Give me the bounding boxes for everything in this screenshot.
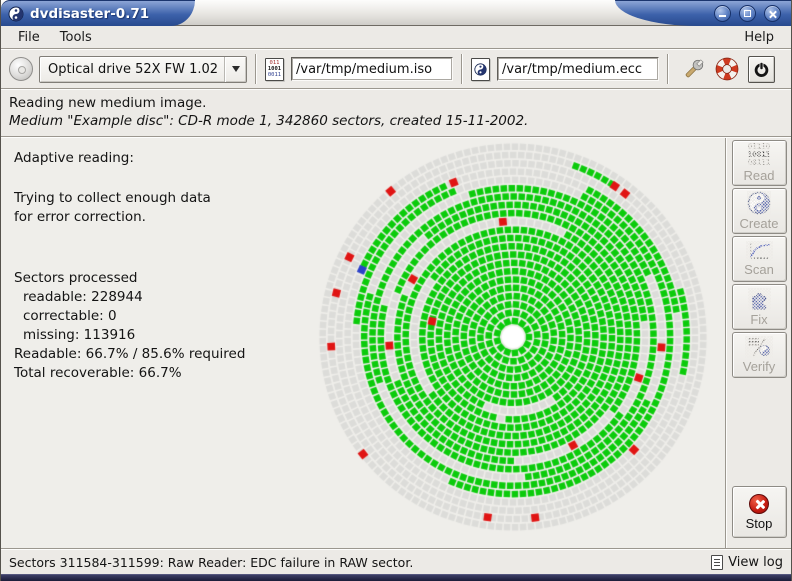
toolbar: Optical drive 52X FW 1.02 011 1001 0011: [1, 50, 791, 88]
window-title: dvdisaster-0.71: [30, 6, 149, 22]
fix-button[interactable]: Fix: [732, 284, 787, 330]
create-button[interactable]: Create: [732, 188, 787, 234]
reading-stats: Adaptive reading: Trying to collect enou…: [14, 149, 245, 383]
maximize-button[interactable]: [739, 5, 756, 22]
status-info-panel: Reading new medium image. Medium "Exampl…: [1, 90, 791, 136]
sectors-missing: missing: 113916: [14, 326, 245, 345]
strategy-desc-2: for error correction.: [14, 208, 245, 227]
yinyang-icon: [474, 63, 487, 76]
read-button[interactable]: 01110 10011 00111 Read: [732, 140, 787, 186]
stop-button-label: Stop: [746, 516, 773, 531]
sectors-correctable: correctable: 0: [14, 307, 245, 326]
toolbar-separator: [667, 54, 669, 84]
quit-button[interactable]: [748, 56, 775, 83]
stop-icon: [749, 494, 769, 514]
title-tab-swoosh: [171, 0, 195, 26]
minimize-icon: [719, 15, 726, 17]
window-bottom-border: [1, 574, 791, 581]
view-log-button[interactable]: View log: [711, 555, 783, 570]
stop-button[interactable]: Stop: [732, 486, 787, 538]
toolbar-separator: [461, 54, 463, 84]
log-icon: [711, 555, 723, 570]
create-yinyang-icon: [747, 191, 771, 215]
ecc-file-icon: [471, 58, 490, 81]
app-window: dvdisaster-0.71 File Tools Help Optical …: [0, 0, 792, 581]
strategy-desc-1: Trying to collect enough data: [14, 189, 245, 208]
app-yinyang-icon: [8, 6, 24, 22]
minimize-button[interactable]: [714, 5, 731, 22]
drive-selector-value: Optical drive 52X FW 1.02: [40, 62, 224, 77]
verify-icon: [745, 336, 773, 358]
ecc-path-input[interactable]: [497, 57, 659, 81]
sectors-readable: readable: 228944: [14, 288, 245, 307]
iso-file-icon: 011 1001 0011: [265, 58, 284, 81]
fix-button-label: Fix: [750, 312, 767, 327]
maximize-icon: [744, 10, 751, 17]
menu-file[interactable]: File: [9, 28, 49, 47]
readable-percent: Readable: 66.7% / 85.6% required: [14, 345, 245, 364]
window-controls: [615, 0, 791, 26]
status-bar: Sectors 311584-311599: Raw Reader: EDC f…: [1, 550, 791, 574]
power-icon: [753, 61, 770, 78]
verify-button-label: Verify: [743, 359, 776, 374]
title-bar: dvdisaster-0.71: [1, 0, 791, 26]
menu-help[interactable]: Help: [735, 28, 783, 47]
medium-info: Medium "Example disc": CD-R mode 1, 3428…: [9, 113, 783, 129]
optical-disc-icon: [9, 57, 33, 81]
wrench-icon: [682, 58, 705, 81]
menu-bar: File Tools Help: [1, 26, 791, 48]
view-log-label: View log: [728, 555, 783, 570]
toolbar-separator: [255, 54, 257, 84]
verify-button[interactable]: Verify: [732, 332, 787, 378]
create-button-label: Create: [739, 216, 778, 231]
lifebuoy-icon: [715, 57, 739, 81]
sectors-title: Sectors processed: [14, 269, 245, 288]
status-message: Sectors 311584-311599: Raw Reader: EDC f…: [9, 555, 711, 570]
reading-panel: Adaptive reading: Trying to collect enou…: [1, 138, 725, 548]
action-sidebar: 01110 10011 00111 Read Create: [727, 138, 791, 548]
strategy-heading: Adaptive reading:: [14, 149, 245, 168]
recoverable-percent: Total recoverable: 66.7%: [14, 364, 245, 383]
help-button[interactable]: [715, 57, 739, 81]
dropdown-arrow-box: [224, 57, 246, 82]
read-button-label: Read: [743, 168, 774, 183]
menu-tools[interactable]: Tools: [51, 28, 101, 47]
title-tab: dvdisaster-0.71: [1, 0, 171, 26]
close-button[interactable]: [764, 5, 781, 22]
action-title: Reading new medium image.: [9, 95, 783, 111]
disc-spiral-visualization: [301, 140, 725, 544]
scan-button[interactable]: Scan: [732, 236, 787, 282]
fix-puzzle-icon: [748, 288, 771, 311]
iso-path-input[interactable]: [291, 57, 453, 81]
preferences-button[interactable]: [682, 58, 705, 81]
drive-selector[interactable]: Optical drive 52X FW 1.02: [39, 56, 247, 83]
scan-button-label: Scan: [744, 262, 774, 277]
scan-graph-icon: [746, 241, 773, 261]
chevron-down-icon: [232, 66, 240, 72]
read-icon: 01110 10011 00111: [748, 143, 771, 167]
content-area: Adaptive reading: Trying to collect enou…: [1, 138, 791, 548]
